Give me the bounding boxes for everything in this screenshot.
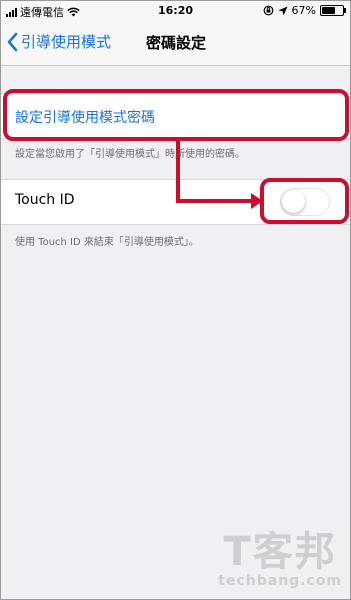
- watermark-url: techbang.com: [218, 573, 342, 589]
- techbang-watermark: T客邦 techbang.com: [218, 531, 342, 589]
- annotation-arrow-icon: [176, 141, 263, 209]
- screen: 遠傳電信 16:20 67% 引導使用模式 密碼設定 設定引導使用模式密碼 設定…: [0, 0, 351, 600]
- watermark-logo: T客邦: [223, 529, 337, 575]
